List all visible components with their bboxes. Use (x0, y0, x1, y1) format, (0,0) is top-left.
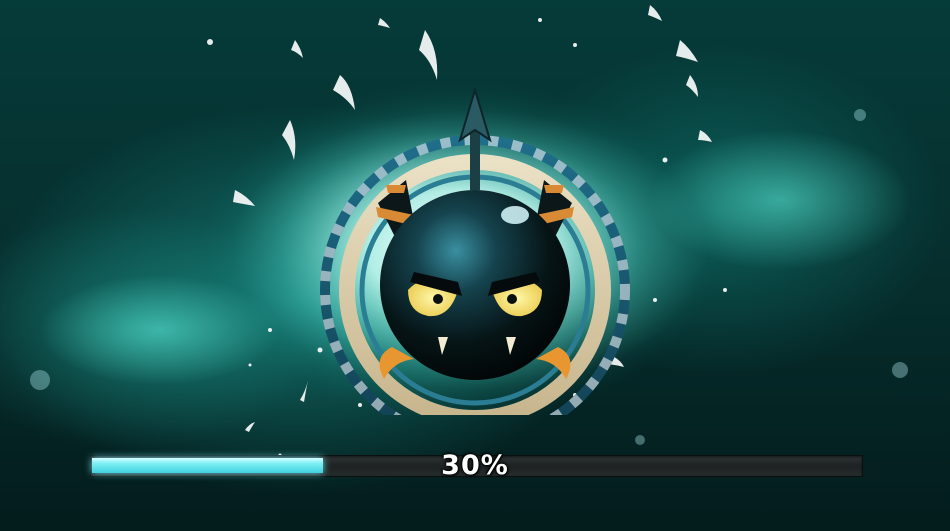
shard (378, 18, 390, 28)
spark (662, 157, 668, 163)
spark (207, 39, 213, 45)
bokeh-dot (30, 370, 50, 390)
shard (648, 5, 662, 21)
loading-screen: 30% (0, 0, 950, 531)
loading-progress-label: 30% (441, 450, 509, 481)
bokeh-dot (854, 109, 866, 121)
spark (268, 328, 272, 332)
body-highlight (501, 206, 529, 224)
shard (686, 75, 698, 97)
spark (573, 43, 577, 47)
left-pupil (433, 294, 443, 304)
spark (248, 363, 252, 367)
right-pupil (507, 294, 517, 304)
spark (723, 288, 727, 292)
shard (698, 130, 712, 142)
shard (419, 30, 438, 80)
bomb-body (380, 190, 570, 380)
spark (653, 298, 657, 302)
spark (538, 18, 542, 22)
bokeh-dot (892, 362, 908, 378)
horned-black-bomb-creature-icon (320, 86, 630, 415)
shard (245, 422, 255, 432)
shard (676, 40, 698, 62)
bokeh-dot (635, 435, 645, 445)
shard (291, 40, 303, 58)
